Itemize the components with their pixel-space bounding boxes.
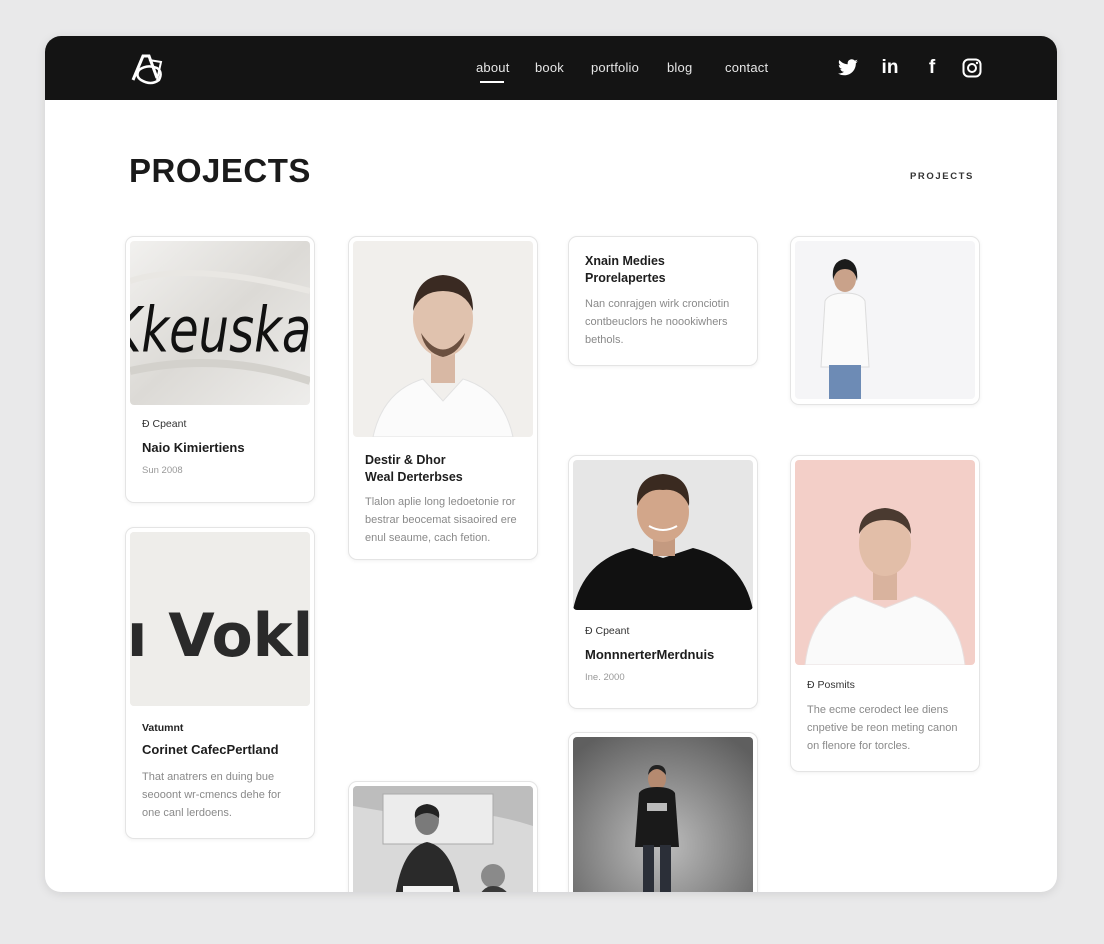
group-photo [353,786,533,892]
project-card[interactable]: Xnain Medies Prorelapertes Nan conrajgen… [568,236,758,366]
facebook-icon[interactable]: f [921,57,943,79]
card-title: Naio Kimiertiens [142,440,245,455]
portrait-photo [353,241,533,437]
card-thumbnail [573,460,753,610]
nav-contact[interactable]: contact [725,60,768,75]
lettering-image: Kkeuskat [130,241,310,405]
project-card[interactable] [348,781,538,892]
nav-about[interactable]: about [476,60,510,75]
card-thumbnail [353,241,533,437]
project-card[interactable] [790,236,980,405]
card-meta: Ɖ Cpeant [142,418,187,430]
card-description: The ecme cerodect lee diens cnpetive be … [807,704,958,752]
portrait-photo [573,460,753,610]
nav-blog[interactable]: blog [667,60,692,75]
portrait-photo [795,460,975,665]
breadcrumb[interactable]: PROJECTS [910,171,974,182]
linkedin-label: in [881,57,899,78]
project-card[interactable]: ı Vokl Vatumnt Corinet CafecPertland Tha… [125,527,315,839]
browser-window: about book portfolio blog contact in f P… [45,36,1057,892]
card-description: Tlalon aplie long ledoetonie ror bestrar… [365,496,517,544]
card-meta: Ɖ Posmits [807,679,855,691]
thumb-lettering: Kkeuskat [130,294,310,367]
project-card[interactable]: Destir & Dhor Weal Derterbses Tlalon apl… [348,236,538,560]
linkedin-icon[interactable]: in [879,57,901,79]
card-thumbnail [573,737,753,892]
lettering-image: ı Vokl [130,532,310,706]
logo-icon[interactable] [127,50,167,88]
card-meta: Ɖ Cpeant [585,625,630,637]
project-card[interactable]: Ɖ Cpeant MonnnerterMerdnuis Ine. 2000 [568,455,758,709]
card-title: Corinet CafecPertland [142,742,279,757]
thumb-lettering: ı Vokl [130,601,310,671]
card-title: MonnnerterMerdnuis [585,647,715,662]
project-card[interactable]: Ɖ Posmits The ecme cerodect lee diens cn… [790,455,980,772]
facebook-label: f [928,57,936,78]
instagram-icon[interactable] [961,57,983,79]
project-card[interactable]: Kkeuskat Ɖ Cpeant Naio Kimiertiens Sun 2… [125,236,315,503]
page-title: PROJECTS [129,152,311,189]
card-title: Xnain Medies Prorelapertes [585,254,666,285]
card-thumbnail [795,241,975,399]
nav-portfolio[interactable]: portfolio [591,60,639,75]
top-navbar: about book portfolio blog contact in f [45,36,1057,100]
card-date: Ine. 2000 [585,672,625,683]
card-thumbnail [353,786,533,892]
card-description: Nan conrajgen wirk cronciotin contbeuclo… [585,298,730,346]
card-date: Sun 2008 [142,465,183,476]
standing-person-photo [573,737,753,892]
project-card[interactable] [568,732,758,892]
card-thumbnail: Kkeuskat [130,241,310,405]
card-title: Destir & Dhor Weal Derterbses [365,453,463,484]
twitter-icon[interactable] [837,57,859,79]
nav-active-underline [480,81,504,83]
nav-book[interactable]: book [535,60,564,75]
standing-person-photo [795,241,975,399]
card-meta: Vatumnt [142,722,184,734]
card-thumbnail: ı Vokl [130,532,310,706]
card-description: That anatrers en duing bue seooont wr-cm… [142,771,281,819]
card-thumbnail [795,460,975,665]
